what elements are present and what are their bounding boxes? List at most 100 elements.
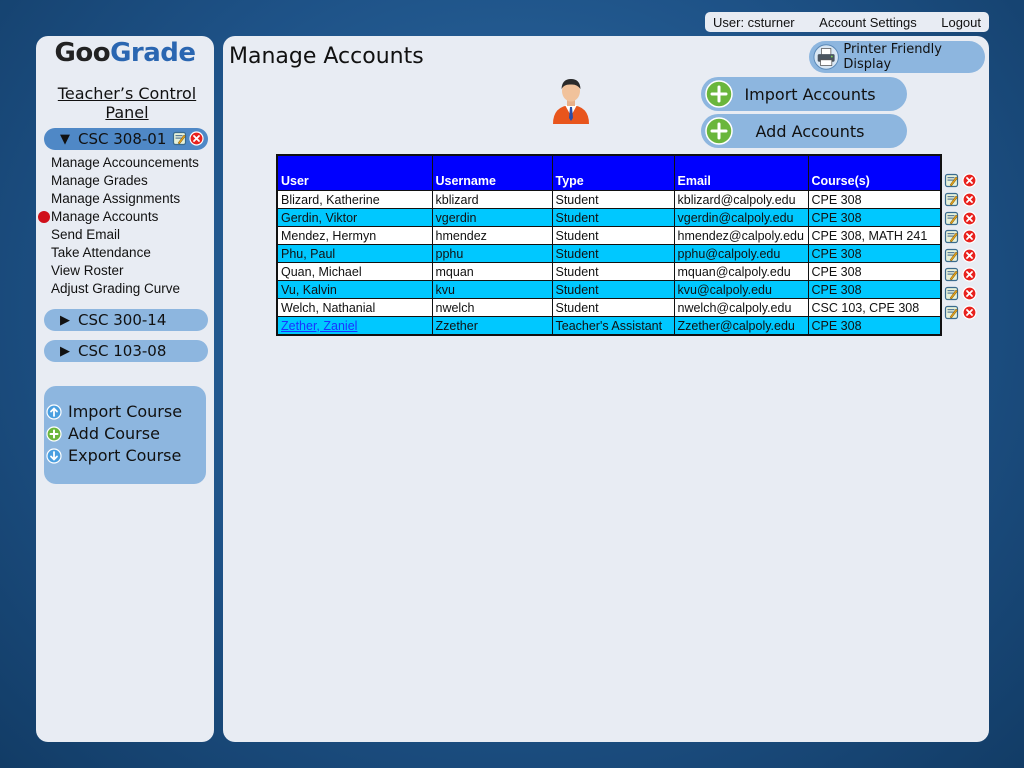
edit-icon[interactable] [944, 305, 959, 324]
printer-friendly-button[interactable]: Printer Friendly Display [809, 41, 985, 73]
logo-part-goo: Goo [54, 38, 111, 68]
menu-item-manage-grades[interactable]: Manage Grades [51, 172, 199, 190]
course-label: CSC 308-01 [78, 130, 167, 148]
course-pill-actions [172, 131, 204, 146]
accounts-table: User Username Type Email Course(s) Bliza… [276, 154, 942, 336]
delete-icon[interactable] [962, 248, 977, 267]
account-settings-link[interactable]: Account Settings [819, 15, 917, 30]
cell-username: nwelch [431, 298, 553, 317]
course-actions-panel: Import Course Add Course Export Course [44, 386, 206, 484]
row-actions [944, 267, 977, 286]
table-row: Vu, Kalvin kvu Student kvu@calpoly.edu C… [276, 280, 942, 299]
import-accounts-label: Import Accounts [744, 84, 876, 104]
import-accounts-button[interactable]: Import Accounts [701, 77, 907, 111]
column-header-courses[interactable]: Course(s) [807, 154, 942, 191]
cell-courses: CPE 308 [807, 208, 942, 227]
export-course-label: Export Course [68, 446, 182, 465]
import-course-button[interactable]: Import Course [46, 402, 182, 421]
export-course-button[interactable]: Export Course [46, 446, 181, 465]
triangle-down-icon: ▼ [60, 131, 70, 147]
row-actions [944, 229, 977, 248]
row-actions [944, 210, 977, 230]
edit-icon[interactable] [172, 131, 187, 146]
cell-username: mquan [431, 262, 553, 281]
column-header-username[interactable]: Username [431, 154, 553, 191]
page-title: Manage Accounts [229, 44, 424, 69]
cell-type: Student [551, 208, 675, 227]
row-actions [944, 248, 977, 267]
table-row: Zether, Zaniel Zzether Teacher's Assista… [276, 316, 942, 336]
cell-courses: CPE 308, MATH 241 [807, 226, 942, 245]
delete-icon[interactable] [189, 131, 204, 146]
edit-icon[interactable] [944, 267, 959, 286]
column-header-email[interactable]: Email [673, 154, 809, 191]
edit-icon[interactable] [944, 173, 959, 192]
delete-icon[interactable] [962, 173, 977, 192]
delete-icon[interactable] [962, 210, 977, 230]
add-accounts-button[interactable]: Add Accounts [701, 114, 907, 148]
add-course-button[interactable]: Add Course [46, 424, 160, 443]
triangle-right-icon: ▶ [60, 312, 70, 328]
delete-icon[interactable] [962, 304, 977, 324]
active-indicator-dot-icon [38, 211, 50, 223]
cell-courses: CPE 308 [807, 190, 942, 209]
menu-item-send-email[interactable]: Send Email [51, 226, 199, 244]
add-course-label: Add Course [68, 424, 160, 443]
cell-user: Vu, Kalvin [276, 280, 433, 299]
edit-icon[interactable] [944, 192, 959, 211]
course-item-csc-103-08[interactable]: ▶ CSC 103-08 [44, 340, 208, 362]
printer-friendly-label: Printer Friendly Display [843, 42, 942, 72]
cell-courses: CPE 308 [807, 316, 942, 336]
delete-icon[interactable] [962, 229, 977, 248]
row-actions [944, 304, 977, 324]
edit-icon[interactable] [944, 248, 959, 267]
course-item-csc-300-14[interactable]: ▶ CSC 300-14 [44, 309, 208, 331]
menu-item-manage-assignments[interactable]: Manage Assignments [51, 190, 199, 208]
table-row: Gerdin, Viktor vgerdin Student vgerdin@c… [276, 208, 942, 227]
cell-type: Student [551, 262, 675, 281]
delete-icon[interactable] [962, 192, 977, 211]
printer-icon [813, 44, 839, 70]
cell-type: Student [551, 244, 675, 263]
table-header-row: User Username Type Email Course(s) [276, 154, 942, 191]
edit-icon[interactable] [944, 229, 959, 248]
user-avatar-icon [553, 79, 589, 124]
column-header-user[interactable]: User [276, 154, 433, 191]
cell-username: kblizard [431, 190, 553, 209]
menu-item-view-roster[interactable]: View Roster [51, 262, 199, 280]
cell-type: Student [551, 298, 675, 317]
course-item-csc-308-01[interactable]: ▼ CSC 308-01 [44, 128, 208, 150]
cell-email: kblizard@calpoly.edu [673, 190, 809, 209]
teacher-control-panel: GooGrade Teacher’s Control Panel ▼ CSC 3… [36, 36, 214, 742]
cell-email: Zzether@calpoly.edu [673, 316, 809, 336]
export-arrow-icon [46, 447, 62, 464]
course-label: CSC 300-14 [78, 311, 167, 329]
delete-icon[interactable] [962, 267, 977, 286]
menu-item-manage-announcements[interactable]: Manage Accouncements [51, 154, 199, 172]
main-content: Manage Accounts Printer Friendly Display… [223, 36, 989, 742]
cell-email: mquan@calpoly.edu [673, 262, 809, 281]
table-row: Quan, Michael mquan Student mquan@calpol… [276, 262, 942, 281]
import-arrow-icon [46, 403, 62, 420]
column-header-type[interactable]: Type [551, 154, 675, 191]
table-row: Blizard, Katherine kblizard Student kbli… [276, 190, 942, 209]
cell-email: nwelch@calpoly.edu [673, 298, 809, 317]
cell-username: kvu [431, 280, 553, 299]
delete-icon[interactable] [962, 286, 977, 305]
menu-item-adjust-grading-curve[interactable]: Adjust Grading Curve [51, 280, 199, 298]
cell-username: pphu [431, 244, 553, 263]
menu-item-take-attendance[interactable]: Take Attendance [51, 244, 199, 262]
row-actions [944, 192, 977, 211]
edit-icon[interactable] [944, 286, 959, 305]
cell-username: vgerdin [431, 208, 553, 227]
cell-user: Gerdin, Viktor [276, 208, 433, 227]
course-label: CSC 103-08 [78, 342, 167, 360]
logout-link[interactable]: Logout [941, 15, 981, 30]
add-plus-icon [705, 80, 733, 108]
menu-item-manage-accounts[interactable]: Manage Accounts [51, 208, 199, 226]
edit-icon[interactable] [944, 211, 959, 230]
logo-part-grade: Grade [110, 38, 196, 68]
goograde-logo: GooGrade [36, 38, 214, 68]
panel-title: Teacher’s Control Panel [57, 84, 197, 122]
cell-user-link[interactable]: Zether, Zaniel [276, 316, 433, 336]
